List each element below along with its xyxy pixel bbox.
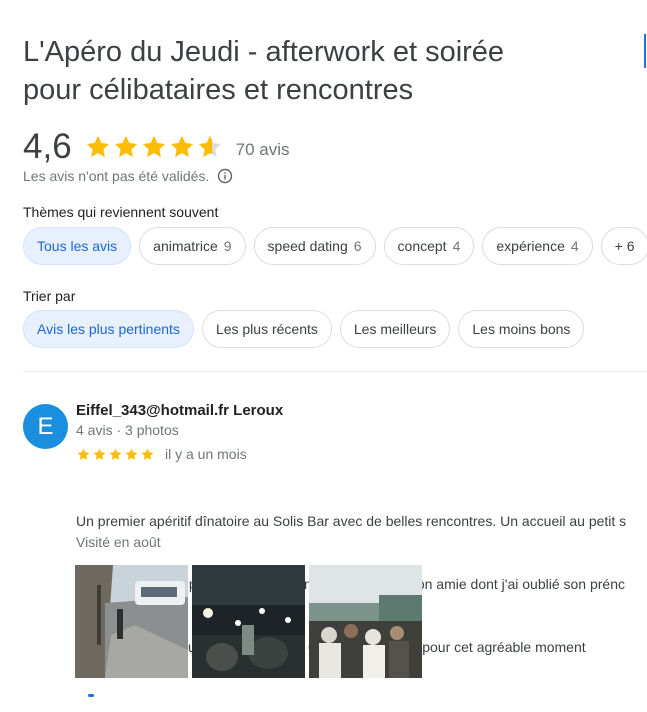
crowd-party-photo[interactable]: [309, 565, 422, 678]
bar-night-photo[interactable]: [192, 565, 305, 678]
page-title: L'Apéro du Jeudi - afterwork et soirée p…: [23, 33, 623, 109]
rating-stars: [84, 133, 224, 161]
theme-chips: Tous les avis animatrice 9 speed dating 6 con…: [23, 227, 647, 265]
theme-chip-label: Tous les avis: [37, 238, 118, 254]
reviews-disclaimer: Les avis n'ont pas été validés.: [23, 168, 233, 184]
theme-chip[interactable]: speed dating 6: [253, 227, 376, 265]
star-icon: [76, 447, 91, 462]
title-line-2: pour célibataires et rencontres: [23, 74, 414, 106]
theme-chip[interactable]: + 6: [600, 227, 647, 265]
sort-option[interactable]: Avis les plus pertinents: [23, 310, 194, 348]
theme-chip-label: animatrice: [153, 238, 218, 254]
sort-option[interactable]: Les plus récents: [201, 310, 332, 348]
review-rating: il y a un mois: [76, 446, 247, 462]
theme-chip-count: 6: [353, 238, 362, 254]
themes-label: Thèmes qui reviennent souvent: [23, 204, 219, 220]
rating-summary: 4,6 70 avis: [23, 124, 290, 170]
theme-chip[interactable]: Tous les avis: [23, 227, 132, 265]
review-date: il y a un mois: [165, 446, 247, 462]
theme-chip-count: 4: [452, 238, 461, 254]
avatar[interactable]: E: [23, 404, 68, 449]
review-text-line: Un premier apéritif dînatoire au Solis B…: [76, 513, 627, 529]
scroll-more-indicator: [88, 694, 94, 697]
info-icon[interactable]: [217, 168, 233, 184]
divider: [23, 371, 647, 372]
sort-option[interactable]: Les meilleurs: [339, 310, 451, 348]
theme-chip-count: 4: [570, 238, 579, 254]
scroll-edge-indicator: [644, 34, 646, 68]
star-icon: [84, 133, 112, 161]
star-icon: [168, 133, 196, 161]
visit-date: Visité en août: [76, 534, 161, 550]
theme-chip[interactable]: concept 4: [383, 227, 475, 265]
review-count[interactable]: 70 avis: [236, 134, 290, 160]
star-icon: [140, 447, 155, 462]
star-icon: [112, 133, 140, 161]
reviewer-meta: 4 avis · 3 photos: [76, 422, 179, 438]
theme-chip-count: 9: [223, 238, 232, 254]
rating-value: 4,6: [23, 127, 72, 166]
street-photo[interactable]: [75, 565, 188, 678]
star-icon: [92, 447, 107, 462]
title-line-1: L'Apéro du Jeudi - afterwork et soirée: [23, 36, 505, 68]
review-photos: [75, 565, 422, 678]
sort-option[interactable]: Les moins bons: [458, 310, 585, 348]
theme-chip-label: speed dating: [267, 238, 348, 254]
star-icon: [140, 133, 168, 161]
reviewer-name[interactable]: Eiffel_343@hotmail.fr Leroux: [76, 402, 283, 419]
star-icon: [196, 133, 224, 161]
star-icon: [124, 447, 139, 462]
theme-chip-label: expérience: [496, 238, 565, 254]
theme-chip-label: + 6: [614, 238, 635, 254]
theme-chip[interactable]: animatrice 9: [139, 227, 246, 265]
sort-label: Trier par: [23, 288, 76, 304]
review-stars: [76, 447, 156, 462]
sort-options: Avis les plus pertinents Les plus récents…: [23, 310, 585, 348]
disclaimer-text: Les avis n'ont pas été validés.: [23, 168, 210, 184]
star-icon: [108, 447, 123, 462]
theme-chip[interactable]: expérience 4: [482, 227, 593, 265]
theme-chip-label: concept: [397, 238, 447, 254]
